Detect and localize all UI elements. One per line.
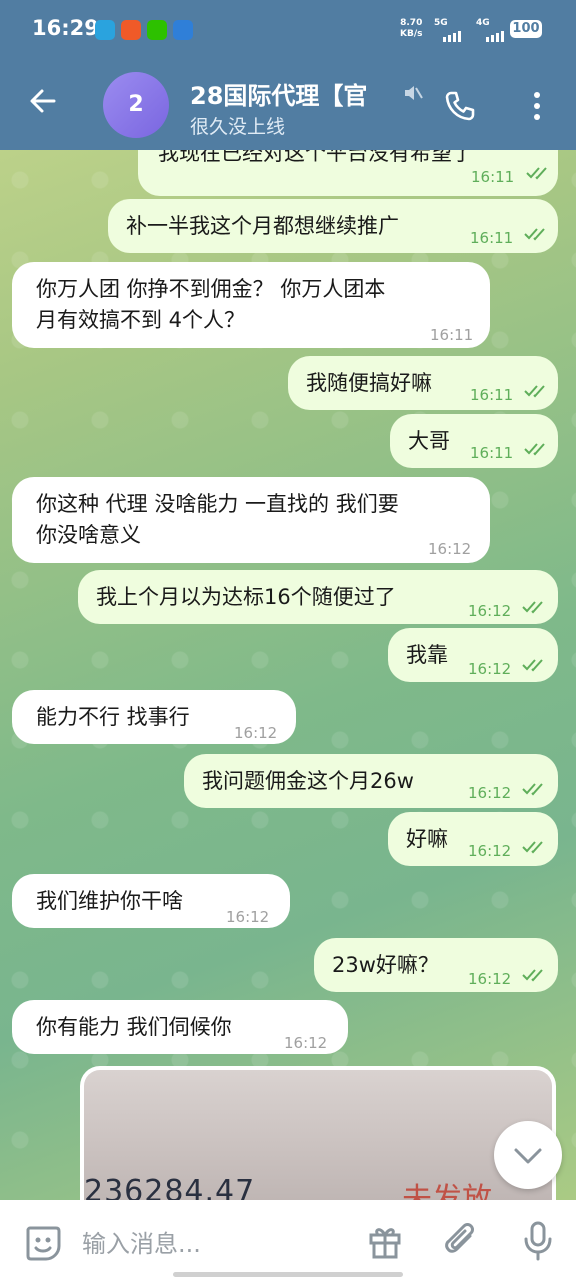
signal-bars-icon	[443, 31, 461, 42]
photo-image[interactable]: 236284.47 未发放	[84, 1070, 552, 1206]
gift-icon[interactable]	[366, 1222, 404, 1260]
chat-title[interactable]: 28国际代理【官	[190, 76, 400, 111]
chat-header: 2 28国际代理【官 很久没上线	[0, 60, 576, 150]
network-speed-value: 8.70	[400, 18, 423, 28]
message-time: 16:12	[234, 724, 278, 742]
message-text: 23w好嘛？	[332, 953, 439, 977]
message-incoming[interactable]: 能力不行 找事行 16:12	[12, 690, 296, 744]
message-time: 16:12	[284, 1034, 328, 1052]
gesture-nav-handle[interactable]	[173, 1272, 403, 1277]
phone-icon[interactable]	[444, 90, 476, 122]
message-time: 16:12	[468, 784, 512, 802]
signal-bars-icon	[486, 31, 504, 42]
scroll-down-button[interactable]	[494, 1121, 562, 1189]
message-incoming[interactable]: 我们维护你干啥 16:12	[12, 874, 290, 928]
telegram-notification-icon	[95, 20, 115, 40]
sim2-label: 4G	[476, 18, 490, 28]
sim1-label: 5G	[434, 18, 448, 28]
message-time: 16:11	[470, 444, 514, 462]
double-check-icon	[526, 167, 547, 180]
battery-indicator: 100	[510, 20, 542, 38]
notification-icons	[95, 20, 193, 40]
double-check-icon	[522, 969, 543, 982]
message-text: 我们维护你干啥	[36, 889, 183, 913]
double-check-icon	[524, 228, 545, 241]
message-time: 16:11	[470, 386, 514, 404]
message-incoming[interactable]: 你这种 代理 没啥能力 一直找的 我们要 你没啥意义 16:12	[12, 477, 490, 563]
wechat-notification-icon	[147, 20, 167, 40]
message-time: 16:12	[468, 970, 512, 988]
network-speed-unit: KB/s	[400, 29, 423, 39]
message-outgoing[interactable]: 我靠 16:12	[388, 628, 558, 682]
network-speed: 8.70 KB/s	[400, 18, 422, 40]
double-check-icon	[522, 841, 543, 854]
message-outgoing[interactable]: 我问题佣金这个月26w 16:12	[184, 754, 558, 808]
message-input-bar: 输入消息...	[0, 1200, 576, 1280]
message-photo[interactable]: 236284.47 未发放	[80, 1066, 556, 1206]
message-outgoing[interactable]: 补一半我这个月都想继续推广 16:11	[108, 199, 558, 253]
message-incoming[interactable]: 你有能力 我们伺候你 16:12	[12, 1000, 348, 1054]
app-notification-icon	[121, 20, 141, 40]
message-text: 能力不行 找事行	[36, 705, 190, 729]
double-check-icon	[524, 443, 545, 456]
message-text-line: 你这种 代理 没啥能力 一直找的 我们要	[36, 492, 399, 516]
message-time: 16:12	[226, 908, 270, 926]
message-text: 补一半我这个月都想继续推广	[126, 214, 399, 238]
more-vertical-icon[interactable]	[530, 90, 544, 122]
message-time: 16:12	[428, 540, 472, 558]
status-bar: 16:29 8.70 KB/s 5G 4G 100	[0, 0, 576, 60]
message-outgoing[interactable]: 大哥 16:11	[390, 414, 558, 468]
message-input[interactable]: 输入消息...	[82, 1224, 201, 1259]
app-header-bar: 16:29 8.70 KB/s 5G 4G 100 2 28国际代理【官 很久没…	[0, 0, 576, 150]
back-arrow-icon[interactable]	[28, 86, 58, 116]
emoji-sticker-icon[interactable]	[24, 1224, 62, 1262]
message-time: 16:11	[430, 326, 474, 344]
message-text: 你有能力 我们伺候你	[36, 1015, 232, 1039]
message-time: 16:12	[468, 602, 512, 620]
message-text: 我靠	[406, 643, 448, 667]
message-text-line: 你没啥意义	[36, 523, 141, 547]
message-time: 16:11	[470, 229, 514, 247]
message-text-line: 你万人团 你挣不到佣金？ 你万人团本	[36, 277, 386, 301]
message-outgoing[interactable]: 好嘛 16:12	[388, 812, 558, 866]
message-text: 我随便搞好嘛	[306, 371, 432, 395]
attach-icon[interactable]	[442, 1220, 480, 1260]
muted-icon	[405, 86, 423, 100]
double-check-icon	[522, 601, 543, 614]
message-outgoing[interactable]: 23w好嘛？ 16:12	[314, 938, 558, 992]
message-text: 大哥	[408, 429, 450, 453]
message-text: 我问题佣金这个月26w	[202, 769, 414, 793]
message-time: 16:11	[471, 168, 515, 186]
message-text: 我上个月以为达标16个随便过了	[96, 585, 396, 609]
chevron-down-icon	[514, 1148, 542, 1164]
message-incoming[interactable]: 你万人团 你挣不到佣金？ 你万人团本 月有效搞不到 4个人？ 16:11	[12, 262, 490, 348]
chat-status: 很久没上线	[190, 116, 286, 138]
double-check-icon	[522, 783, 543, 796]
message-text: 好嘛	[406, 827, 448, 851]
message-time: 16:12	[468, 660, 512, 678]
app-notification-icon	[173, 20, 193, 40]
chat-avatar[interactable]: 2	[103, 72, 169, 138]
message-outgoing[interactable]: 我上个月以为达标16个随便过了 16:12	[78, 570, 558, 624]
double-check-icon	[522, 659, 543, 672]
double-check-icon	[524, 385, 545, 398]
message-outgoing[interactable]: 我随便搞好嘛 16:11	[288, 356, 558, 410]
message-text-line: 月有效搞不到 4个人？	[36, 308, 246, 332]
message-time: 16:12	[468, 842, 512, 860]
microphone-icon[interactable]	[522, 1220, 554, 1262]
status-time: 16:29	[32, 16, 99, 40]
